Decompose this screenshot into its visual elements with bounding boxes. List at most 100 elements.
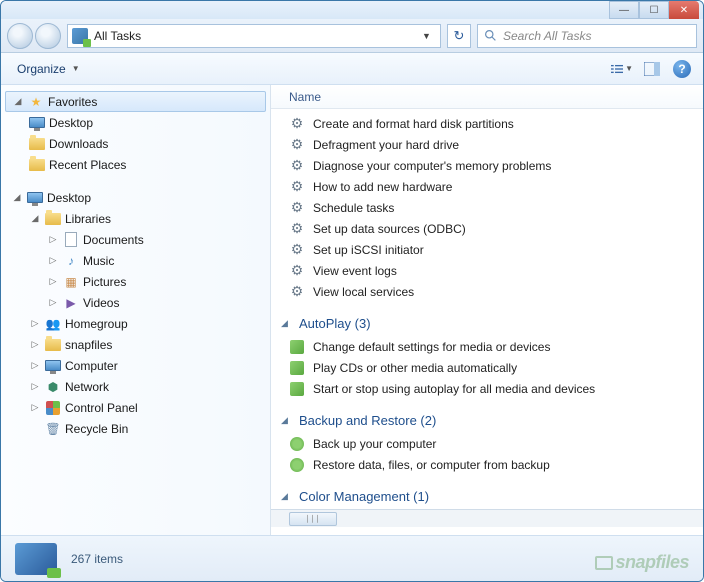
address-field[interactable]: All Tasks ▼: [67, 24, 441, 48]
task-item[interactable]: Change default settings for media or dev…: [289, 336, 703, 357]
task-item[interactable]: ⚙ How to add new hardware: [289, 176, 703, 197]
expand-icon[interactable]: ▷: [47, 234, 59, 245]
minimize-button[interactable]: —: [609, 1, 639, 19]
organize-button[interactable]: Organize ▼: [11, 59, 86, 79]
sidebar-item-documents[interactable]: ▷ Documents: [1, 229, 270, 250]
task-label: Restore data, files, or computer from ba…: [313, 458, 550, 472]
expand-icon[interactable]: ▷: [47, 276, 59, 287]
task-item[interactable]: ⚙Diagnose your computer's memory problem…: [289, 155, 703, 176]
maximize-button[interactable]: ☐: [639, 1, 669, 19]
collapse-icon[interactable]: ◢: [281, 415, 293, 426]
task-icon: [289, 381, 305, 397]
sidebar-item-homegroup[interactable]: ▷ 👥 Homegroup: [1, 313, 270, 334]
forward-button[interactable]: [35, 23, 61, 49]
sidebar-item-pictures[interactable]: ▷ ▦ Pictures: [1, 271, 270, 292]
tree-label: Control Panel: [65, 401, 138, 415]
status-icon: [15, 543, 57, 575]
task-item[interactable]: ⚙Schedule tasks: [289, 197, 703, 218]
task-item[interactable]: ⚙View local services: [289, 281, 703, 302]
star-icon: ★: [28, 94, 44, 110]
task-item[interactable]: Start or stop using autoplay for all med…: [289, 378, 703, 399]
sidebar-item-desktop[interactable]: Desktop: [1, 112, 270, 133]
task-label: How to add new hardware: [313, 180, 452, 194]
desktop-icon: [29, 115, 45, 131]
horizontal-scrollbar[interactable]: ∣∣∣: [271, 509, 703, 527]
task-icon: ⚙: [289, 116, 305, 132]
chevron-down-icon: ▼: [625, 64, 633, 73]
sidebar-item-libraries[interactable]: ◢ Libraries: [1, 208, 270, 229]
favorites-label: Favorites: [48, 95, 97, 109]
task-item[interactable]: ⚙Defragment your hard drive: [289, 134, 703, 155]
expand-icon[interactable]: ▷: [47, 255, 59, 266]
group-label: Backup and Restore (2): [299, 413, 436, 428]
address-dropdown-icon[interactable]: ▼: [422, 31, 436, 41]
group-header[interactable]: ◢ AutoPlay (3): [281, 310, 703, 336]
videos-icon: ▶: [63, 295, 79, 311]
sidebar-item-snapfiles[interactable]: ▷ snapfiles: [1, 334, 270, 355]
address-path: All Tasks: [94, 29, 416, 43]
sidebar-item-recent-places[interactable]: Recent Places: [1, 154, 270, 175]
tree-label: Network: [65, 380, 109, 394]
collapse-icon[interactable]: ◢: [29, 213, 41, 224]
expand-icon[interactable]: ▷: [29, 360, 41, 371]
sidebar-desktop-root[interactable]: ◢ Desktop: [1, 187, 270, 208]
collapse-icon[interactable]: ◢: [12, 96, 24, 107]
collapse-icon[interactable]: ◢: [281, 318, 293, 329]
tree-label: Pictures: [83, 275, 126, 289]
task-item[interactable]: ⚙Set up data sources (ODBC): [289, 218, 703, 239]
sidebar-item-control-panel[interactable]: ▷ Control Panel: [1, 397, 270, 418]
task-label: Change default settings for media or dev…: [313, 340, 550, 354]
task-label: Diagnose your computer's memory problems: [313, 159, 551, 173]
expand-icon[interactable]: ▷: [29, 402, 41, 413]
task-label: Defragment your hard drive: [313, 138, 459, 152]
column-header-name[interactable]: Name: [271, 85, 703, 109]
expand-icon[interactable]: ▷: [29, 381, 41, 392]
content-pane: Name ⚙Create and format hard disk partit…: [271, 85, 703, 535]
task-icon: ⚙: [289, 284, 305, 300]
sidebar-item-music[interactable]: ▷ ♪ Music: [1, 250, 270, 271]
collapse-icon[interactable]: ◢: [11, 192, 23, 203]
sidebar-favorites[interactable]: ◢ ★ Favorites: [5, 91, 266, 112]
tree-label: Desktop: [49, 116, 93, 130]
task-item[interactable]: ⚙Create and format hard disk partitions: [289, 113, 703, 134]
search-field[interactable]: Search All Tasks: [477, 24, 697, 48]
collapse-icon[interactable]: ◢: [281, 491, 293, 502]
tree-label: Downloads: [49, 137, 108, 151]
expand-icon[interactable]: ▷: [29, 339, 41, 350]
sidebar-item-computer[interactable]: ▷ Computer: [1, 355, 270, 376]
group-header[interactable]: ◢Color Management (1): [281, 483, 703, 509]
chevron-down-icon: ▼: [72, 64, 80, 73]
sidebar-item-downloads[interactable]: Downloads: [1, 133, 270, 154]
group-header[interactable]: ◢ Backup and Restore (2): [281, 407, 703, 433]
back-button[interactable]: [7, 23, 33, 49]
task-item[interactable]: ⚙View event logs: [289, 260, 703, 281]
refresh-button[interactable]: ↻: [447, 24, 471, 48]
organize-label: Organize: [17, 62, 66, 76]
pictures-icon: ▦: [63, 274, 79, 290]
scrollbar-thumb[interactable]: ∣∣∣: [289, 512, 337, 526]
task-item[interactable]: ⚙Set up iSCSI initiator: [289, 239, 703, 260]
task-item[interactable]: Play CDs or other media automatically: [289, 357, 703, 378]
expand-icon[interactable]: ▷: [47, 297, 59, 308]
sidebar-item-videos[interactable]: ▷ ▶ Videos: [1, 292, 270, 313]
sidebar-item-recycle-bin[interactable]: 🗑 Recycle Bin: [1, 418, 270, 439]
folder-icon: [29, 157, 45, 173]
preview-pane-button[interactable]: [641, 58, 663, 80]
task-item[interactable]: Restore data, files, or computer from ba…: [289, 454, 703, 475]
help-button[interactable]: ?: [671, 58, 693, 80]
sidebar-item-network[interactable]: ▷ ⬢ Network: [1, 376, 270, 397]
close-button[interactable]: ✕: [669, 1, 699, 19]
group-label: AutoPlay (3): [299, 316, 371, 331]
view-mode-button[interactable]: ▼: [611, 58, 633, 80]
task-item[interactable]: Back up your computer: [289, 433, 703, 454]
folder-icon: [29, 136, 45, 152]
expand-icon[interactable]: ▷: [29, 318, 41, 329]
task-label: View event logs: [313, 264, 397, 278]
task-icon: [289, 360, 305, 376]
task-icon: ⚙: [289, 200, 305, 216]
libraries-icon: [45, 211, 61, 227]
network-icon: ⬢: [45, 379, 61, 395]
task-icon: ⚙: [289, 179, 305, 195]
task-label: Set up data sources (ODBC): [313, 222, 466, 236]
navigation-pane: ◢ ★ Favorites Desktop Downloads Recent P…: [1, 85, 271, 535]
